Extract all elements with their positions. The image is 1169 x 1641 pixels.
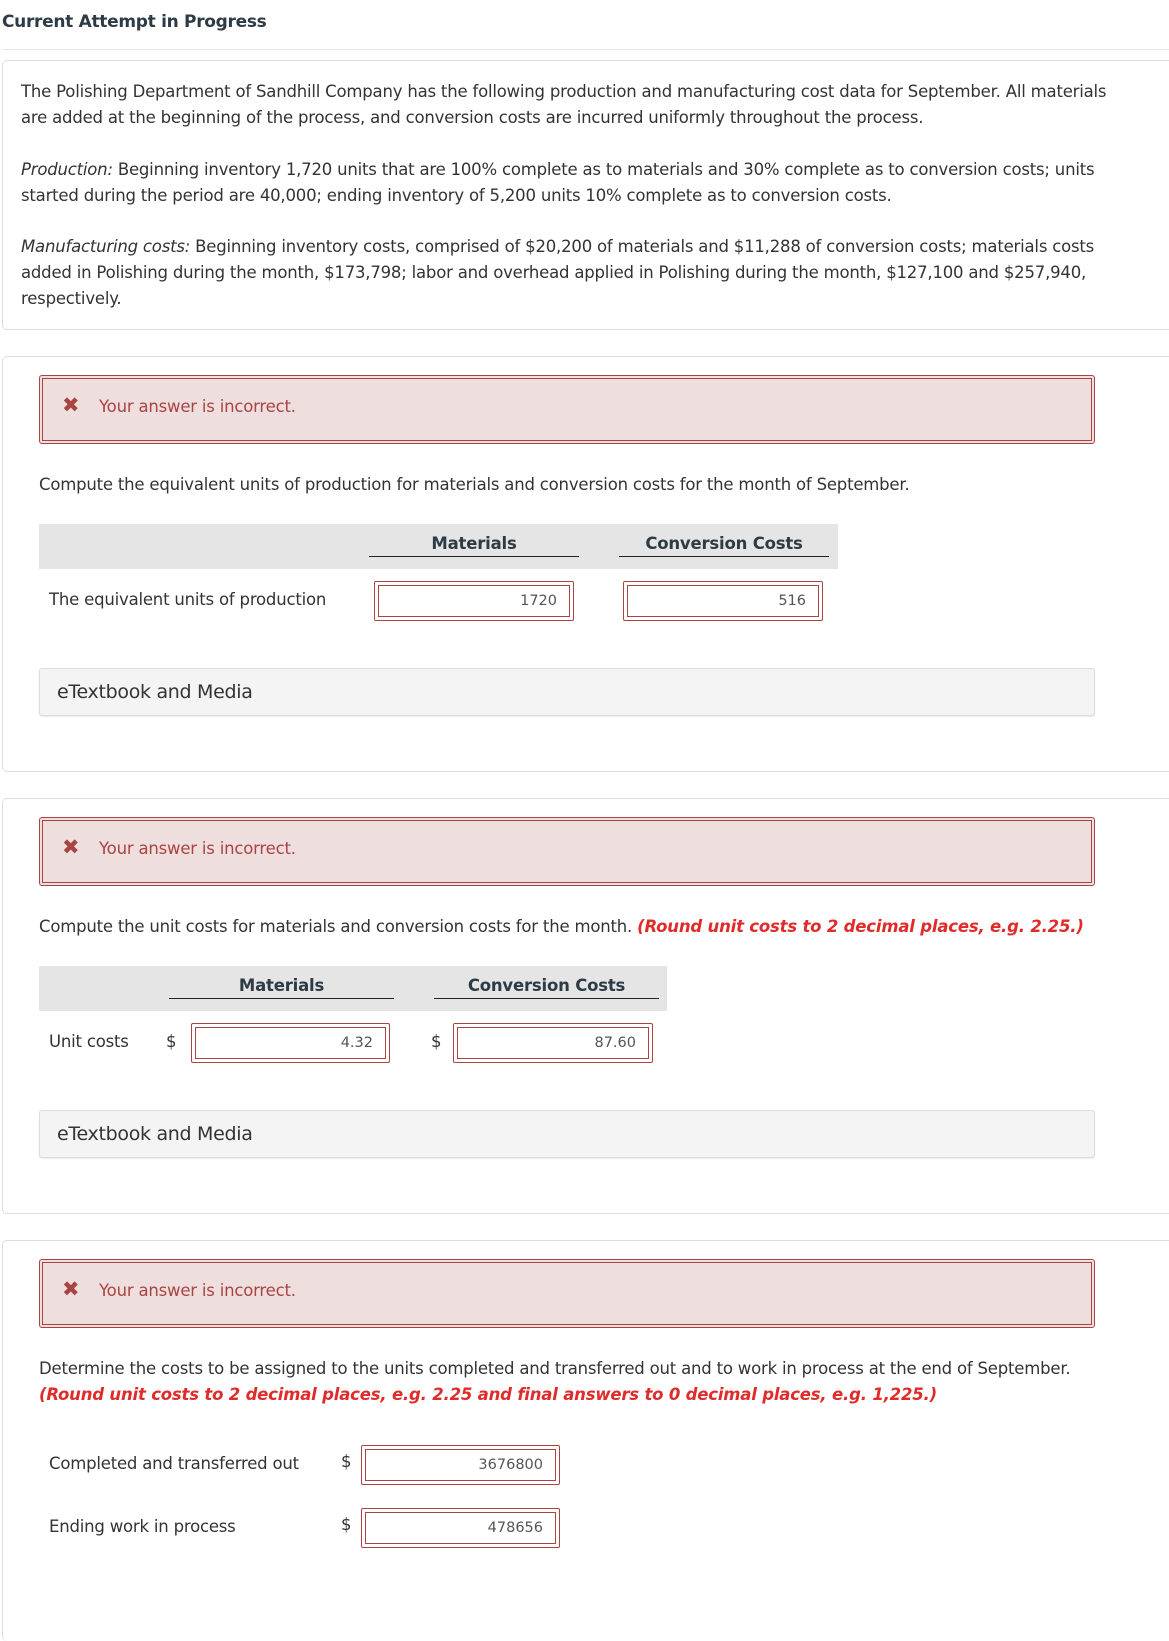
materials-eu-field[interactable] (374, 581, 574, 621)
row-label-completed: Completed and transferred out (49, 1454, 299, 1473)
dollar-sign: $ (166, 1032, 177, 1051)
page-title: Current Attempt in Progress (2, 12, 267, 32)
manufacturing-label: Manufacturing costs: (21, 237, 191, 256)
column-header-conversion: Conversion Costs (434, 976, 659, 999)
materials-eu-input[interactable] (378, 585, 570, 617)
etextbook-media-button[interactable]: eTextbook and Media (39, 668, 1095, 716)
question-text: Compute the unit costs for materials and… (39, 917, 1084, 936)
column-header-bar: Materials Conversion Costs (39, 966, 667, 1011)
ending-wip-input[interactable] (365, 1512, 556, 1544)
part-3-card: ✖ Your answer is incorrect. Determine th… (2, 1240, 1169, 1641)
dollar-sign: $ (341, 1515, 352, 1534)
x-icon: ✖ (62, 835, 80, 859)
etextbook-media-label: eTextbook and Media (57, 681, 253, 703)
rounding-instruction: (Round unit costs to 2 decimal places, e… (39, 1385, 937, 1404)
conversion-unit-cost-field[interactable] (453, 1023, 653, 1063)
column-header-conversion: Conversion Costs (619, 534, 829, 557)
completed-transferred-field[interactable] (361, 1445, 560, 1485)
dollar-sign: $ (431, 1032, 442, 1051)
problem-statement: The Polishing Department of Sandhill Com… (2, 60, 1169, 330)
conversion-eu-input[interactable] (627, 585, 819, 617)
conversion-eu-field[interactable] (623, 581, 823, 621)
feedback-message: Your answer is incorrect. (99, 839, 296, 858)
production-label: Production: (21, 160, 113, 179)
column-header-materials: Materials (169, 976, 394, 999)
x-icon: ✖ (62, 393, 80, 417)
manufacturing-text: Manufacturing costs: Beginning inventory… (21, 237, 1095, 308)
row-label: Unit costs (49, 1032, 129, 1051)
completed-transferred-input[interactable] (365, 1449, 556, 1481)
row-label: The equivalent units of production (49, 590, 327, 609)
part-1-card: ✖ Your answer is incorrect. Compute the … (2, 356, 1169, 772)
materials-unit-cost-field[interactable] (191, 1023, 390, 1063)
column-header-bar: Materials Conversion Costs (39, 524, 838, 569)
feedback-message: Your answer is incorrect. (99, 397, 296, 416)
rounding-instruction: (Round unit costs to 2 decimal places, e… (637, 917, 1084, 936)
x-icon: ✖ (62, 1277, 80, 1301)
materials-unit-cost-input[interactable] (195, 1027, 386, 1059)
divider (2, 49, 1169, 50)
problem-intro: The Polishing Department of Sandhill Com… (21, 82, 1107, 127)
feedback-banner: ✖ Your answer is incorrect. (39, 1259, 1095, 1328)
feedback-banner: ✖ Your answer is incorrect. (39, 375, 1095, 444)
etextbook-media-button[interactable]: eTextbook and Media (39, 1110, 1095, 1158)
ending-wip-field[interactable] (361, 1508, 560, 1548)
dollar-sign: $ (341, 1452, 352, 1471)
column-header-materials: Materials (369, 534, 579, 557)
feedback-banner: ✖ Your answer is incorrect. (39, 817, 1095, 886)
part-2-card: ✖ Your answer is incorrect. Compute the … (2, 798, 1169, 1214)
conversion-unit-cost-input[interactable] (457, 1027, 649, 1059)
production-text: Production: Beginning inventory 1,720 un… (21, 160, 1095, 205)
feedback-message: Your answer is incorrect. (99, 1281, 296, 1300)
question-text: Compute the equivalent units of producti… (39, 475, 910, 494)
question-text: Determine the costs to be assigned to th… (39, 1356, 1119, 1408)
row-label-ending-wip: Ending work in process (49, 1517, 236, 1536)
etextbook-media-label: eTextbook and Media (57, 1123, 253, 1145)
